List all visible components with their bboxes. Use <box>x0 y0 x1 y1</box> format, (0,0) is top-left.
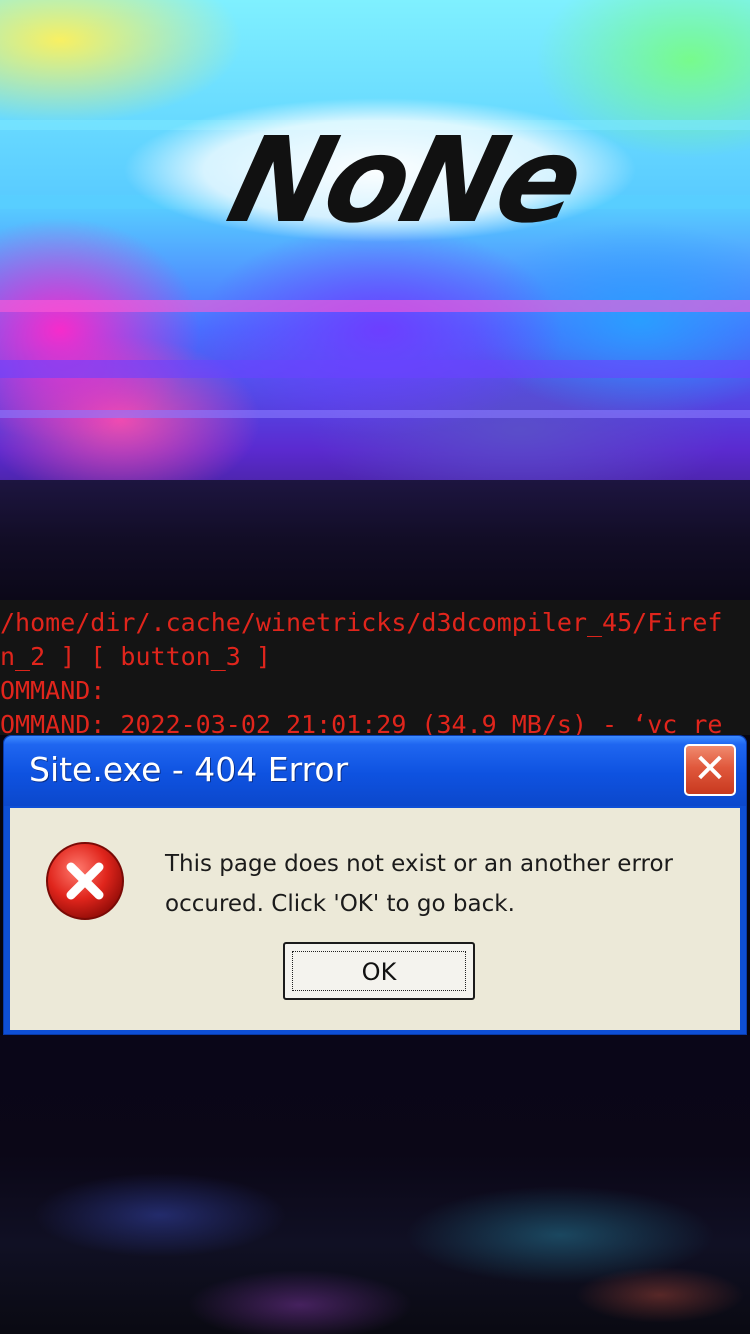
close-icon: ✕ <box>693 746 727 792</box>
error-message-line-1: This page does not exist or an another e… <box>165 851 673 877</box>
ok-button[interactable]: OK <box>283 942 475 1000</box>
error-dialog: Site.exe - 404 Error ✕ This page does no… <box>3 735 747 1035</box>
ok-button-label: OK <box>292 951 466 991</box>
error-message-line-2: occured. Click 'OK' to go back. <box>165 891 515 917</box>
dialog-title: Site.exe - 404 Error <box>29 750 349 789</box>
terminal-line: n_2 ] [ button_3 ] <box>0 642 271 671</box>
dialog-titlebar[interactable]: Site.exe - 404 Error ✕ <box>4 736 746 806</box>
terminal-line: /home/dir/.cache/winetricks/d3dcompiler_… <box>0 608 723 637</box>
terminal-line: OMMAND: <box>0 676 106 705</box>
background-bottom-painting <box>0 1035 750 1334</box>
terminal-line: OMMAND: 2022-03-02 21:01:29 (34.9 MB/s) … <box>0 710 723 735</box>
logo-title: NoNe <box>216 111 594 249</box>
error-message: This page does not exist or an another e… <box>165 844 685 924</box>
error-x-icon <box>46 842 124 920</box>
dark-horizon-band <box>0 480 750 600</box>
background-top-painting: NoNe <box>0 0 750 600</box>
terminal-output: /home/dir/.cache/winetricks/d3dcompiler_… <box>0 600 750 735</box>
dialog-body: This page does not exist or an another e… <box>10 808 740 1030</box>
close-button[interactable]: ✕ <box>684 744 736 796</box>
